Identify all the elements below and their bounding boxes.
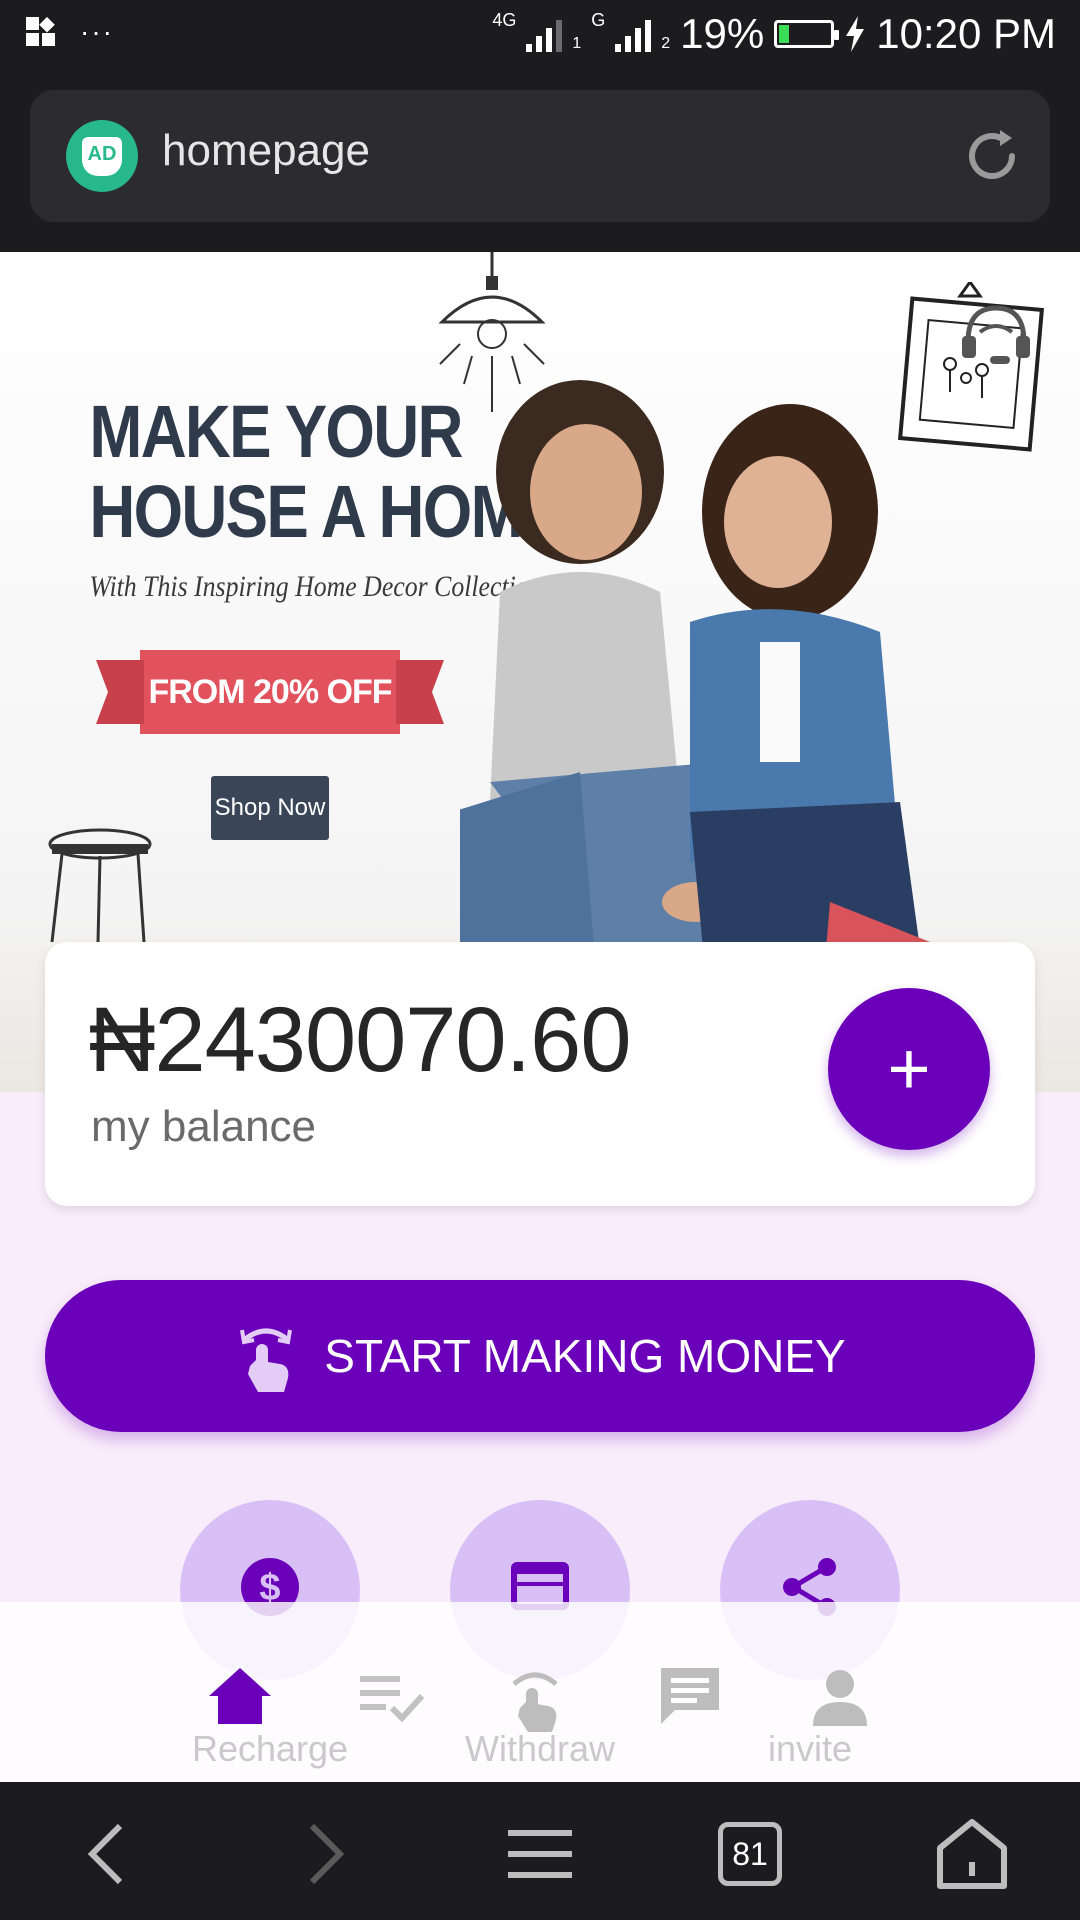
customer-support-icon[interactable] [960,302,1032,368]
start-making-money-button[interactable]: START MAKING MONEY [45,1280,1035,1432]
clock: 10:20 PM [876,10,1056,57]
charging-icon [846,16,865,52]
home-icon[interactable] [205,1662,275,1732]
menu-icon[interactable] [502,1816,578,1892]
sim-1-label: 1 [572,35,582,52]
more-notifications-icon: ··· [80,16,114,47]
battery-percent: 19% [680,10,765,57]
app-grid-icon [26,17,55,46]
signal-icon-2 [615,16,652,52]
balance-label: my balance [91,1102,317,1151]
stool-illustration [48,828,152,942]
couple-photo [460,380,930,1022]
home-page-icon[interactable] [934,1816,1010,1892]
plus-icon: + [887,1027,931,1110]
cta-label: START MAKING MONEY [324,1330,846,1382]
banner-copy: MAKE YOUR HOUSE A HOME With This Inspiri… [60,390,564,840]
address-text[interactable]: homepage [162,126,370,176]
ad-badge-label: AD [81,136,123,176]
balance-card: ₦2430070.60 my balance + [45,942,1035,1206]
person-icon[interactable] [805,1662,875,1732]
tab-label-recharge[interactable]: Recharge [170,1728,370,1770]
signal-icon-1 [526,16,563,52]
tap-icon[interactable] [500,1662,570,1732]
network-type-1: 4G [492,9,517,30]
tap-gesture-icon [240,1328,293,1392]
tab-count: 81 [732,1835,768,1872]
banner-subtitle: With This Inspiring Home Decor Collectio… [89,570,542,603]
network-type-2: G [591,9,606,30]
discount-ribbon: FROM 20% OFF [140,650,400,734]
forward-icon[interactable] [284,1816,360,1892]
tab-label-invite[interactable]: invite [710,1728,910,1770]
banner-title-line1: MAKE YOUR [89,390,463,473]
add-funds-button[interactable]: + [828,988,990,1150]
browser-toolbar: AD homepage [0,74,1080,252]
banner-title-line2: HOUSE A HOME [89,470,564,553]
bottom-tab-bar: Recharge Withdraw invite [0,1602,1080,1782]
message-icon[interactable] [655,1662,725,1732]
address-bar[interactable]: AD homepage [30,90,1050,222]
page-content: MAKE YOUR HOUSE A HOME With This Inspiri… [0,252,1080,1782]
back-icon[interactable] [72,1816,148,1892]
reload-icon[interactable] [960,124,1024,188]
shop-now-button[interactable]: Shop Now [211,776,329,840]
ad-shield-icon[interactable]: AD [66,120,138,192]
balance-amount: ₦2430070.60 [89,989,631,1091]
task-list-icon[interactable] [356,1662,426,1732]
sim-2-label: 2 [661,35,671,52]
browser-navigation-bar: 81 [0,1782,1080,1920]
battery-icon [774,20,840,48]
tab-label-withdraw[interactable]: Withdraw [440,1728,640,1770]
status-bar: ··· 4G 1 G 2 19% 10:20 PM [0,0,1080,74]
tabs-counter-button[interactable]: 81 [718,1822,782,1886]
